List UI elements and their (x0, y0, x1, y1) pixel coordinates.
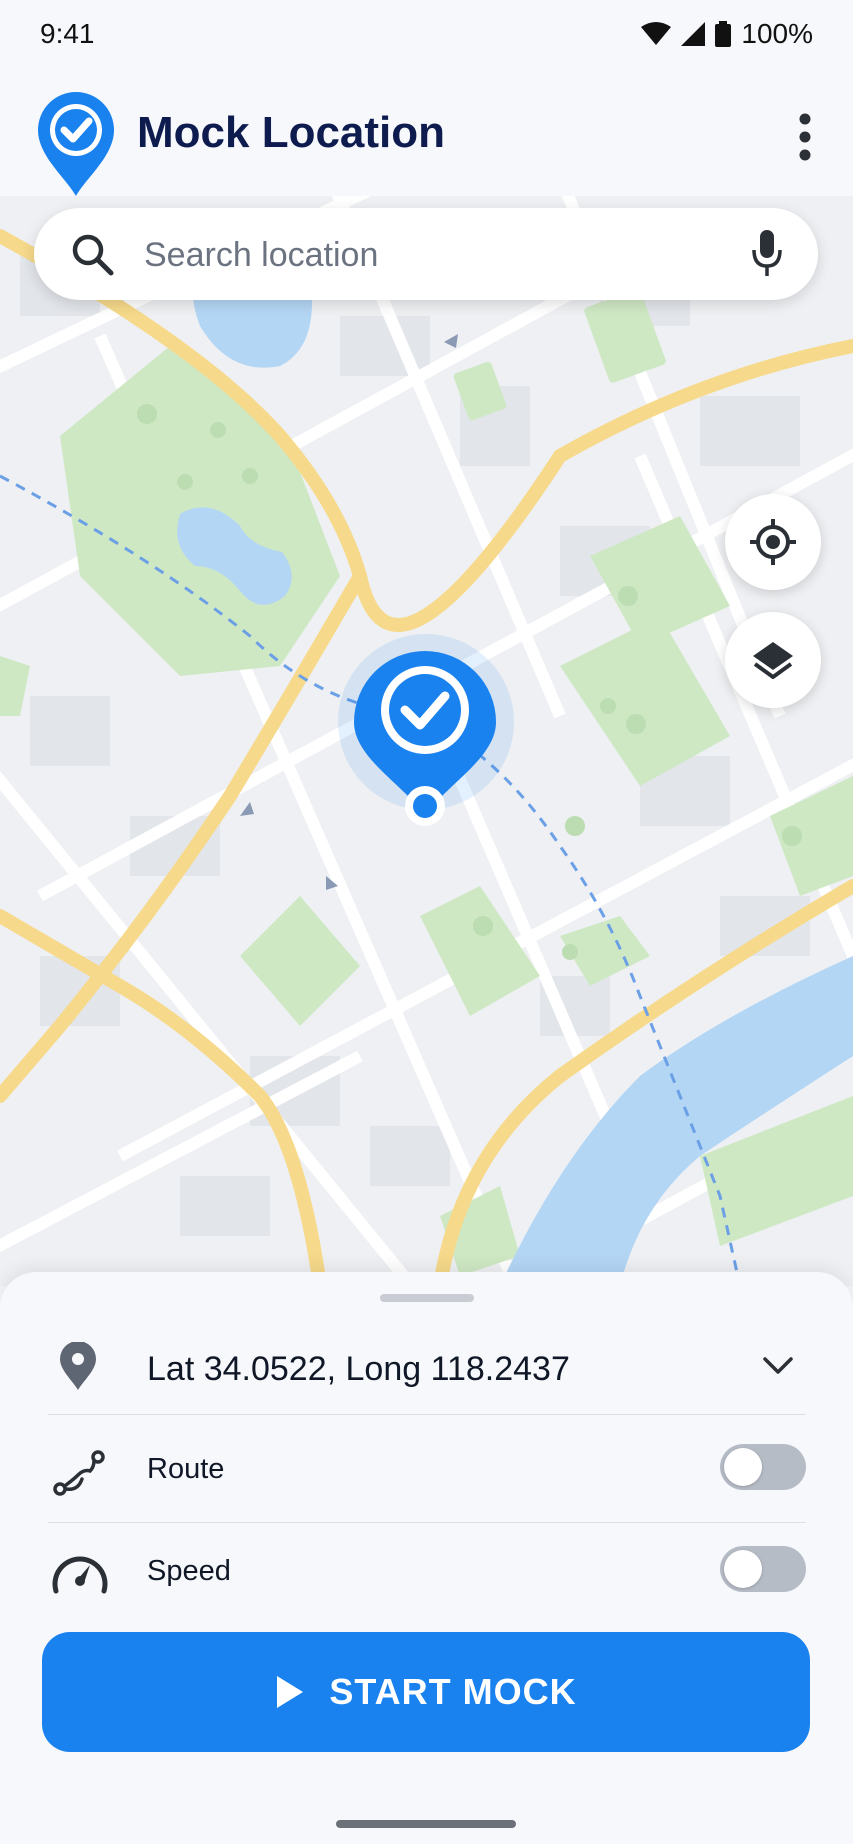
sheet-drag-handle[interactable] (380, 1294, 474, 1302)
speed-toggle[interactable] (720, 1546, 806, 1592)
status-bar: 9:41 100% (0, 0, 853, 74)
route-option[interactable]: Route (48, 1415, 806, 1523)
speed-label: Speed (147, 1555, 231, 1587)
search-icon (72, 234, 114, 276)
search-bar[interactable] (34, 208, 818, 300)
location-selector[interactable]: Lat 34.0522, Long 118.2437 (48, 1336, 806, 1416)
route-label: Route (147, 1453, 225, 1485)
app-title: Mock Location (137, 108, 446, 157)
battery-icon (715, 21, 732, 47)
route-toggle[interactable] (720, 1444, 806, 1490)
speedometer-icon (52, 1556, 108, 1594)
start-mock-label: START MOCK (329, 1671, 577, 1712)
app-bar: Mock Location (0, 74, 853, 196)
location-check-icon (38, 92, 114, 196)
my-location-button[interactable] (725, 494, 821, 590)
bottom-sheet: Lat 34.0522, Long 118.2437 Route Speed S… (0, 1272, 853, 1844)
play-icon (277, 1676, 304, 1708)
status-time: 9:41 (40, 18, 95, 49)
coordinates-text: Lat 34.0522, Long 118.2437 (147, 1350, 570, 1388)
more-vert-icon[interactable] (797, 112, 813, 162)
wifi-icon (641, 22, 672, 45)
speed-option[interactable]: Speed (48, 1523, 806, 1623)
toggle-knob (724, 1448, 762, 1486)
layers-button[interactable] (725, 612, 821, 708)
chevron-down-icon[interactable] (762, 1356, 794, 1376)
signal-icon (681, 22, 706, 46)
home-indicator[interactable] (336, 1820, 516, 1828)
map-view[interactable] (0, 196, 853, 1286)
place-icon (60, 1342, 96, 1390)
toggle-knob (724, 1550, 762, 1588)
location-check-pin-icon[interactable] (350, 648, 500, 828)
search-input[interactable] (142, 228, 706, 282)
layers-icon (753, 642, 793, 679)
status-icons: 100% (641, 18, 813, 50)
mic-icon[interactable] (750, 228, 784, 278)
route-icon (53, 1450, 105, 1496)
battery-percent: 100% (741, 18, 813, 49)
my-location-icon (750, 519, 796, 565)
start-mock-button[interactable]: START MOCK (42, 1632, 810, 1752)
